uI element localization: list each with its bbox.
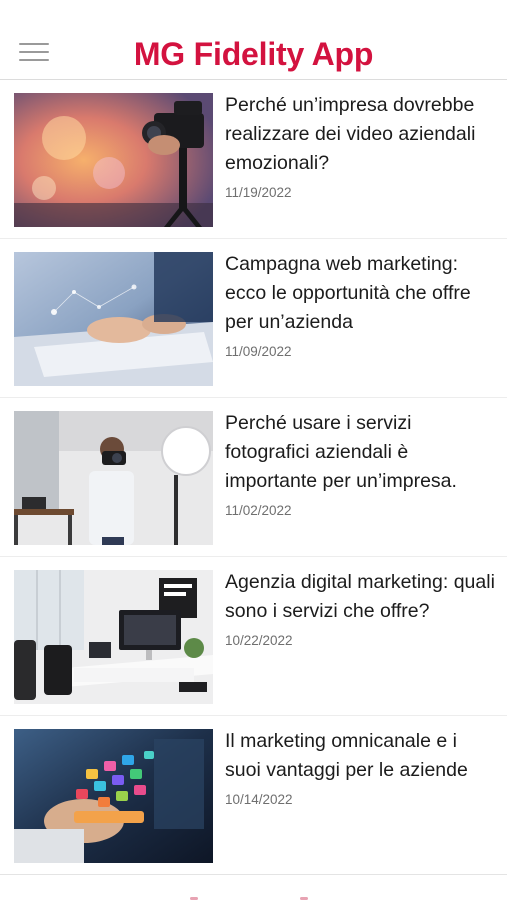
- smartphone-apps-photo: [14, 729, 213, 863]
- article-title: Il marketing omnicanale e i suoi vantagg…: [225, 730, 468, 781]
- article-date: 10/14/2022: [225, 792, 293, 807]
- next-item-peek: [0, 890, 507, 900]
- app-title: MG Fidelity App: [133, 36, 374, 72]
- video-camera-photo: [14, 93, 213, 227]
- article-item[interactable]: Il marketing omnicanale e i suoi vantagg…: [0, 716, 507, 875]
- article-text: Campagna web marketing: ecco le opportun…: [225, 250, 497, 361]
- app-header: MG Fidelity App: [0, 0, 507, 80]
- article-item[interactable]: Agenzia digital marketing: quali sono i …: [0, 557, 507, 716]
- article-title: Perché usare i servizi fotografici azien…: [225, 412, 457, 492]
- app-screen: MG Fidelity App Perché un’impresa dovreb…: [0, 0, 507, 900]
- article-item[interactable]: Perché un’impresa dovrebbe realizzare de…: [0, 80, 507, 239]
- article-text: Il marketing omnicanale e i suoi vantagg…: [225, 727, 497, 809]
- article-date: 11/09/2022: [225, 344, 292, 359]
- article-text: Agenzia digital marketing: quali sono i …: [225, 568, 497, 650]
- article-date: 11/19/2022: [225, 185, 292, 200]
- article-title: Perché un’impresa dovrebbe realizzare de…: [225, 94, 476, 174]
- article-item[interactable]: Campagna web marketing: ecco le opportun…: [0, 239, 507, 398]
- article-title: Agenzia digital marketing: quali sono i …: [225, 571, 495, 622]
- article-text: Perché usare i servizi fotografici azien…: [225, 409, 497, 520]
- article-item[interactable]: Perché usare i servizi fotografici azien…: [0, 398, 507, 557]
- article-list: Perché un’impresa dovrebbe realizzare de…: [0, 80, 507, 875]
- article-date: 10/22/2022: [225, 633, 293, 648]
- photographer-studio-photo: [14, 411, 213, 545]
- laptop-typing-photo: [14, 252, 213, 386]
- office-desk-photo: [14, 570, 213, 704]
- article-date: 11/02/2022: [225, 503, 292, 518]
- article-title: Campagna web marketing: ecco le opportun…: [225, 253, 471, 333]
- article-text: Perché un’impresa dovrebbe realizzare de…: [225, 91, 497, 202]
